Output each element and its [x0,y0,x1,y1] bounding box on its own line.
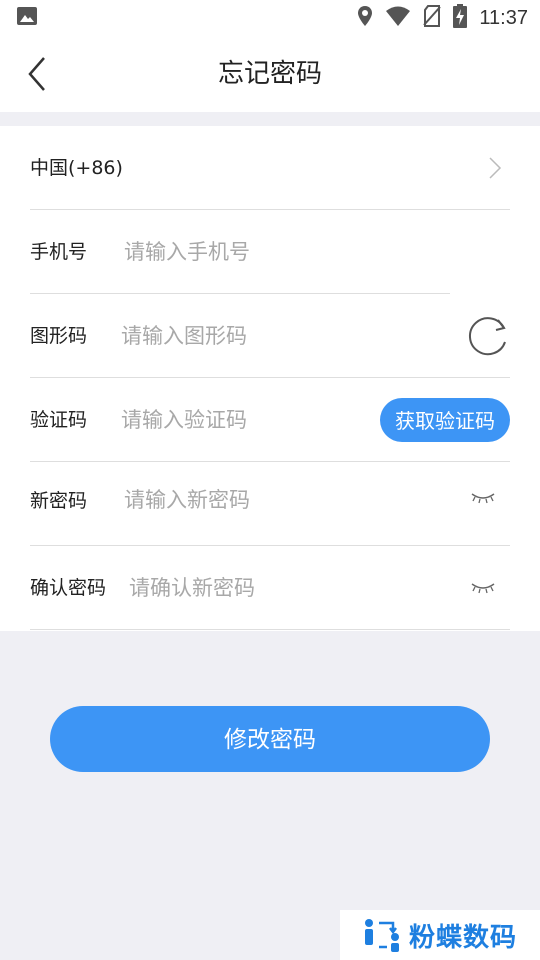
no-sim-icon [423,5,442,31]
page-title: 忘记密码 [217,59,322,89]
watermark-logo-icon [364,919,399,952]
reset-password-form: 中国(+86) 手机号 图形码 验证码 获取验证码 新密码 [0,126,540,631]
captcha-row: 图形码 [30,294,510,378]
confirm-password-row: 确认密码 [30,546,510,630]
new-password-row: 新密码 [30,462,510,546]
sms-code-label: 验证码 [30,409,88,431]
confirm-password-input[interactable] [129,568,419,608]
chevron-left-icon [28,57,45,91]
captcha-input[interactable] [121,316,361,356]
new-password-label: 新密码 [30,490,88,512]
image-notification-icon [16,5,38,31]
new-password-input[interactable] [124,480,424,520]
wifi-icon [385,5,411,31]
phone-input[interactable] [124,232,444,272]
chevron-right-icon [489,157,502,179]
refresh-captcha-icon[interactable] [466,314,510,358]
phone-row: 手机号 [30,210,510,294]
eye-closed-icon[interactable] [470,578,496,598]
divider [30,629,510,630]
phone-label: 手机号 [30,241,88,263]
watermark-text: 粉蝶数码 [408,922,517,953]
sms-code-input[interactable] [121,400,361,440]
eye-closed-icon[interactable] [470,488,496,508]
location-icon [357,5,373,31]
status-bar: 11:37 [0,0,540,36]
back-button[interactable] [22,54,58,94]
status-time: 11:37 [479,6,528,29]
battery-charging-icon [453,4,468,32]
status-icons: 11:37 [357,4,528,32]
get-code-button[interactable]: 获取验证码 [380,398,510,442]
confirm-password-label: 确认密码 [30,577,107,599]
watermark: 粉蝶数码 [340,910,540,960]
country-selector[interactable]: 中国(+86) [30,126,510,210]
sms-code-row: 验证码 获取验证码 [30,378,510,462]
country-label: 中国(+86) [30,157,123,179]
captcha-label: 图形码 [30,325,88,347]
nav-bar: 忘记密码 [0,36,540,112]
change-password-button[interactable]: 修改密码 [50,706,490,772]
